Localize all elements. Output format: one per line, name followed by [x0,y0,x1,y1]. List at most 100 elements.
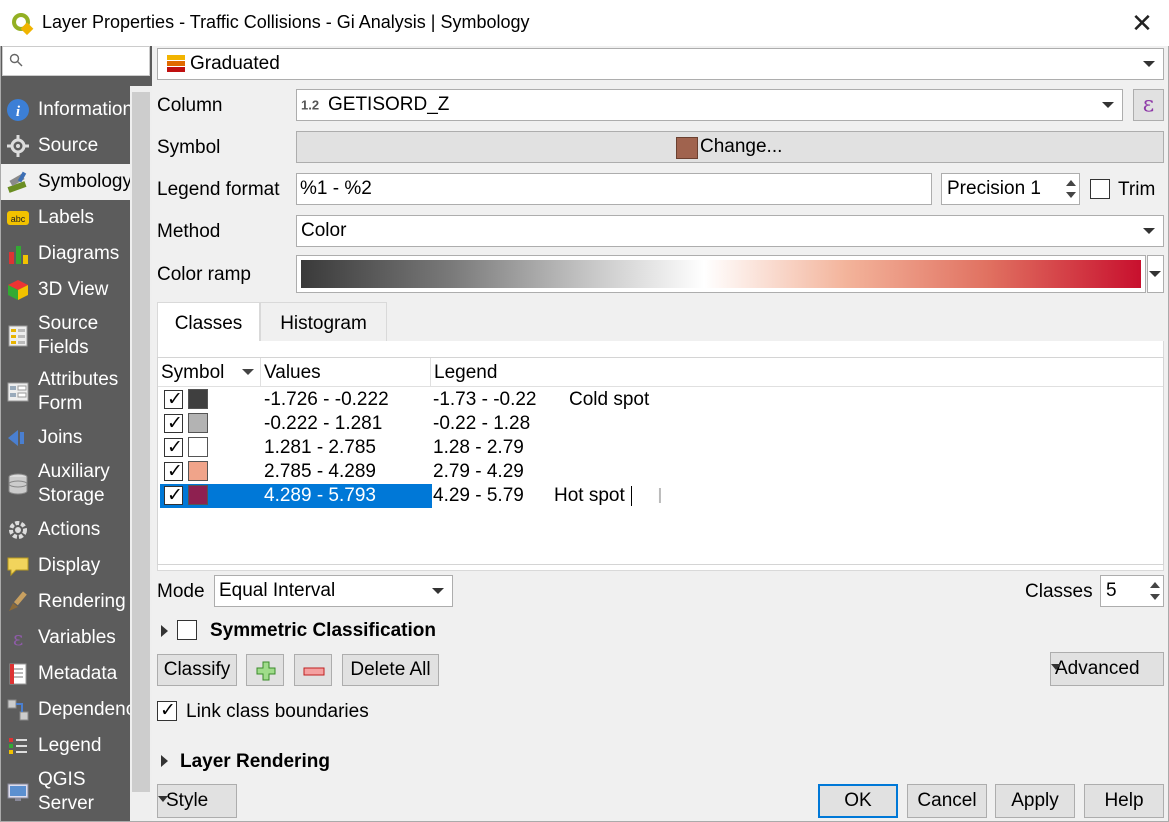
chevron-down-icon [1149,271,1161,277]
chevron-down-icon [158,796,168,802]
table-row[interactable]: 1.281 - 2.785 1.28 - 2.79 [158,436,1163,460]
sidebar-item-legend[interactable]: Legend [0,728,130,764]
mode-select[interactable]: Equal Interval [214,575,453,607]
text-cursor [631,486,632,506]
layer-rendering-label[interactable]: Layer Rendering [180,751,330,773]
sidebar-item-information[interactable]: i Information [0,92,130,128]
row-checkbox[interactable] [164,484,183,507]
sidebar-item-dependencies[interactable]: Dependencies [0,692,130,728]
sidebar-item-joins[interactable]: Joins [0,420,130,456]
sidebar-item-metadata[interactable]: Metadata [0,656,130,692]
sidebar-item-auxiliary-storage[interactable]: Auxiliary Storage [0,456,130,512]
variables-icon: ε [13,626,23,650]
apply-button[interactable]: Apply [995,784,1075,818]
legend-edit-field[interactable]: Hot spot [554,485,625,507]
sidebar-item-symbology[interactable]: Symbology [0,164,130,200]
chevron-down-icon [1143,228,1155,234]
qgis-logo-icon [12,13,34,35]
sidebar-item-actions[interactable]: Actions [0,512,130,548]
classes-label: Classes [1025,581,1093,602]
table-row[interactable]: -1.726 - -0.222 -1.73 - -0.22 Cold spot [158,388,1163,412]
diagrams-icon [9,246,28,264]
row-checkbox[interactable] [164,412,183,435]
sidebar-item-display[interactable]: Display [0,548,130,584]
metadata-icon [9,663,27,685]
advanced-button[interactable]: Advanced [1050,652,1164,686]
remove-class-button[interactable] [294,654,332,686]
sidebar-scrollbar[interactable] [130,86,152,822]
search-input[interactable] [2,46,150,76]
tab-classes[interactable]: Classes [157,302,260,343]
mode-label: Mode [157,581,205,602]
svg-text:abc: abc [11,214,26,224]
spin-down-icon[interactable] [1150,594,1160,600]
table-row[interactable]: 2.785 - 4.289 2.79 - 4.29 [158,460,1163,484]
trim-checkbox[interactable] [1090,179,1110,199]
field-type-badge: 1.2 [301,97,320,113]
source-icon [7,135,29,157]
header-values[interactable]: Values [264,362,321,384]
spin-up-icon[interactable] [1066,180,1076,186]
help-button[interactable]: Help [1084,784,1164,818]
rendering-icon [9,591,27,611]
expression-button[interactable]: ε [1133,89,1164,121]
ibeam-cursor-icon: I [657,484,663,508]
style-button[interactable]: Style [157,784,237,818]
symmetric-checkbox[interactable] [177,620,197,640]
expand-arrow-icon[interactable] [161,755,168,767]
change-symbol-button[interactable]: Change... [296,131,1164,163]
class-symbol[interactable] [188,413,208,433]
3d-view-icon [8,280,28,300]
sidebar-item-labels[interactable]: abc Labels [0,200,130,236]
precision-spinbox[interactable]: Precision 1 [941,173,1080,205]
sidebar-item-source-fields[interactable]: Source Fields [0,308,130,364]
qgis-server-icon [7,783,29,801]
header-symbol[interactable]: Symbol [161,362,224,384]
spin-down-icon[interactable] [1066,192,1076,198]
add-class-button[interactable] [246,654,284,686]
cancel-button[interactable]: Cancel [907,784,987,818]
color-ramp-select[interactable] [296,255,1146,293]
table-row-selected[interactable]: 4.289 - 5.793 4.29 - 5.79 Hot spot I [158,484,1163,508]
method-select[interactable]: Color [296,215,1164,247]
sidebar-item-variables[interactable]: ε Variables [0,620,130,656]
table-row[interactable]: -0.222 - 1.281 -0.22 - 1.28 [158,412,1163,436]
class-symbol[interactable] [188,461,208,481]
color-ramp-dropdown[interactable] [1147,255,1164,293]
labels-icon: abc [7,211,29,225]
sidebar-item-rendering[interactable]: Rendering [0,584,130,620]
class-symbol[interactable] [188,389,208,409]
search-icon [9,53,23,67]
symbol-swatch [676,137,698,159]
legend-format-input[interactable]: %1 - %2 [296,173,932,205]
column-select[interactable]: 1.2 GETISORD_Z [296,89,1123,121]
header-separator [430,358,431,387]
row-checkbox[interactable] [164,460,183,483]
row-checkbox[interactable] [164,436,183,459]
sidebar-item-diagrams[interactable]: Diagrams [0,236,130,272]
scrollbar-thumb[interactable] [132,92,150,792]
ok-button[interactable]: OK [818,784,898,818]
close-icon[interactable]: ✕ [1124,6,1160,40]
sidebar-item-source[interactable]: Source [0,128,130,164]
sidebar-item-attributes-form[interactable]: Attributes Form [0,364,130,420]
class-symbol[interactable] [188,437,208,457]
expand-arrow-icon[interactable] [161,625,168,637]
class-symbol[interactable] [188,485,208,505]
table-header: Symbol Values Legend [158,358,1163,387]
link-boundaries-checkbox[interactable] [157,699,177,722]
tab-histogram[interactable]: Histogram [260,302,387,342]
svg-text:ε: ε [13,626,23,650]
color-ramp-gradient [301,260,1141,288]
sidebar-item-3d-view[interactable]: 3D View [0,272,130,308]
classes-table[interactable]: Symbol Values Legend -1.726 - -0.222 -1.… [157,357,1164,565]
classes-spinbox[interactable]: 5 [1100,575,1164,607]
classify-button[interactable]: Classify [157,654,237,686]
renderer-select[interactable]: Graduated [157,48,1164,80]
sidebar-item-qgis-server[interactable]: QGIS Server [0,764,130,820]
row-checkbox[interactable] [164,388,183,411]
spin-up-icon[interactable] [1150,582,1160,588]
joins-icon [8,430,24,446]
delete-all-button[interactable]: Delete All [342,654,439,686]
header-legend[interactable]: Legend [434,362,497,384]
